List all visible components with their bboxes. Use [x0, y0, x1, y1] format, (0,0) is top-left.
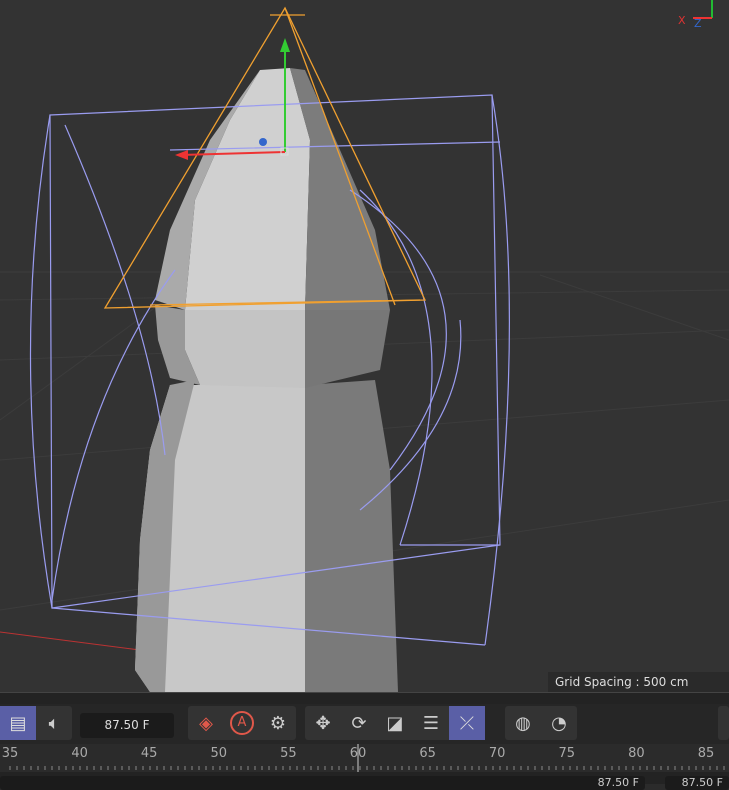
- record-group: ◈ A ⚙: [188, 706, 296, 740]
- overflow-button[interactable]: [718, 706, 729, 740]
- view-group: ▤ 🔈︎: [0, 706, 72, 740]
- key-position-button[interactable]: ✥: [305, 706, 341, 740]
- scale-key-icon: ◪: [386, 712, 404, 734]
- sound-button[interactable]: 🔈︎: [36, 706, 72, 740]
- keyframe-record-icon: ◈: [199, 712, 213, 734]
- x-axis-line: [0, 631, 141, 651]
- mouse-button[interactable]: ◍: [505, 706, 541, 740]
- toggle-icon: ☰: [422, 712, 440, 734]
- move-key-icon: ✥: [315, 712, 331, 734]
- key-rotation-button[interactable]: ⟳: [341, 706, 377, 740]
- key-settings-button[interactable]: ⚙: [260, 706, 296, 740]
- viewport-scene: X Z: [0, 0, 729, 692]
- gauge-icon: ◔: [551, 712, 567, 734]
- timeline-view-button[interactable]: ▤: [0, 706, 36, 740]
- grid-spacing-label: Grid Spacing : 500 cm: [548, 672, 729, 692]
- timeline-ruler[interactable]: 35 40 45 50 55 60 65 70 75 80 85: [0, 744, 729, 772]
- rotate-key-icon: ⟳: [351, 712, 367, 734]
- end-frame-field[interactable]: 87.50 F: [665, 776, 729, 790]
- pla-icon: ⤫: [459, 712, 475, 734]
- gear-icon: ⚙: [269, 712, 287, 734]
- current-frame-field[interactable]: 87.50 F: [80, 713, 174, 738]
- film-icon: ▤: [9, 712, 27, 734]
- mouse-icon: ◍: [515, 712, 531, 734]
- ruler-tickmarks: [9, 744, 725, 772]
- autokey-button[interactable]: A: [224, 706, 260, 740]
- axis-indicator-icon: X Z: [678, 0, 713, 30]
- record-keyframe-button[interactable]: ◈: [188, 706, 224, 740]
- start-frame-field[interactable]: 87.50 F: [0, 776, 645, 790]
- svg-text:Z: Z: [694, 17, 702, 30]
- misc-group: ◍ ◔: [505, 706, 577, 740]
- svg-text:X: X: [678, 14, 686, 27]
- speaker-icon: 🔈︎: [48, 712, 60, 734]
- autokey-icon: A: [230, 711, 254, 735]
- key-param-button[interactable]: ☰: [413, 706, 449, 740]
- key-type-group: ✥ ⟳ ◪ ☰ ⤫: [305, 706, 485, 740]
- 3d-viewport[interactable]: X Z Grid Spacing : 500 cm: [0, 0, 729, 692]
- key-pla-button[interactable]: ⤫: [449, 706, 485, 740]
- timeline-toolbar: ▤ 🔈︎ 87.50 F ◈ A ⚙ ✥ ⟳ ◪ ☰ ⤫ ◍ ◔: [0, 704, 729, 744]
- speed-button[interactable]: ◔: [541, 706, 577, 740]
- frame-range-bar: 87.50 F 87.50 F: [0, 772, 729, 790]
- key-scale-button[interactable]: ◪: [377, 706, 413, 740]
